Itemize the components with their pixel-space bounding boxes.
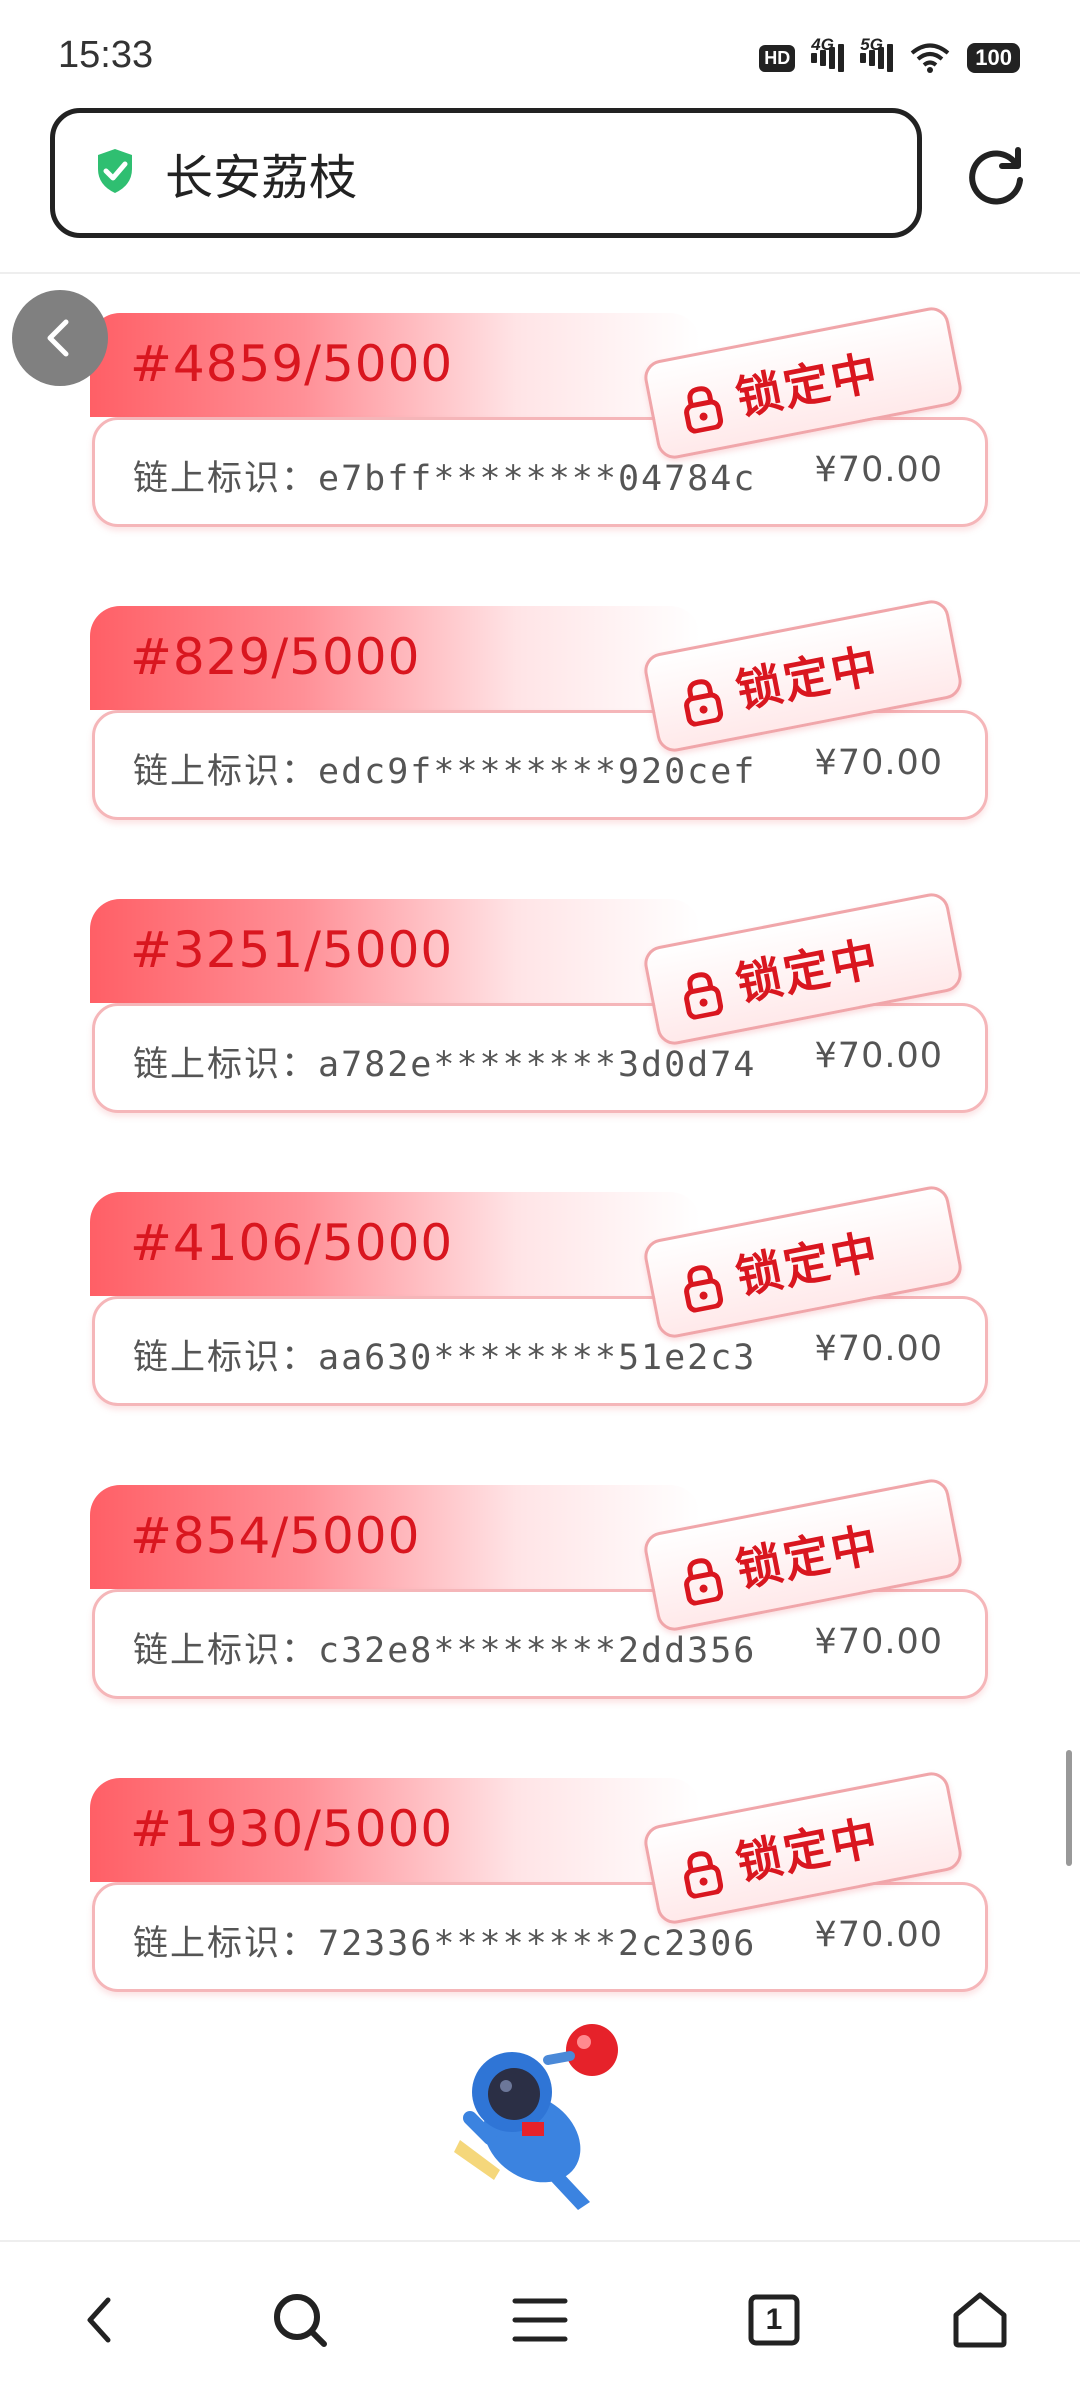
nav-home-button[interactable] <box>942 2282 1018 2358</box>
card-body: 链上标识：72336********2c2306 ¥70.00 <box>92 1882 988 1992</box>
signal-4g-icon: 4G <box>811 35 845 75</box>
chain-id-label: 链上标识： <box>133 459 319 499</box>
price: ¥70.00 <box>814 1915 943 1955</box>
astronaut-mascot[interactable] <box>440 2020 640 2220</box>
list-item[interactable]: #4106/5000 链上标识：aa630********51e2c3 ¥70.… <box>0 1183 1080 1485</box>
card-header: #1930/5000 <box>90 1778 700 1882</box>
nav-tabs-button[interactable]: 1 <box>736 2282 812 2358</box>
card-body: 链上标识：e7bff********04784c ¥70.00 <box>92 417 988 527</box>
price: ¥70.00 <box>814 1036 943 1076</box>
serial-number: #4859/5000 <box>130 335 454 393</box>
list-item[interactable]: #4859/5000 链上标识：e7bff********04784c ¥70.… <box>0 304 1080 606</box>
nav-search-button[interactable] <box>262 2282 338 2358</box>
serial-number: #4106/5000 <box>130 1214 454 1272</box>
chain-id: 链上标识：edc9f********920cef <box>133 743 756 794</box>
chain-id-value: e7bff********04784c <box>318 459 757 499</box>
address-bar[interactable]: 长安荔枝 <box>50 108 922 238</box>
lock-status: 锁定中 <box>731 637 884 719</box>
serial-number: #854/5000 <box>130 1507 421 1565</box>
chain-id-label: 链上标识： <box>133 1045 319 1085</box>
home-icon <box>953 2292 1007 2348</box>
search-icon <box>274 2294 327 2347</box>
bottom-nav: 1 <box>0 2242 1080 2400</box>
nav-menu-button[interactable] <box>502 2282 578 2358</box>
chain-id-value: edc9f********920cef <box>318 752 757 792</box>
chain-id-label: 链上标识： <box>133 1338 319 1378</box>
card-body: 链上标识：c32e8********2dd356 ¥70.00 <box>92 1589 988 1699</box>
list-item[interactable]: #3251/5000 链上标识：a782e********3d0d74 ¥70.… <box>0 890 1080 1192</box>
page-title: 长安荔枝 <box>165 150 358 206</box>
content-viewport[interactable]: #2293/5000 链上标识：af5b3********1bb7dc ¥70.… <box>0 274 1080 2240</box>
card-header: #4859/5000 <box>90 313 700 417</box>
chain-id: 链上标识：aa630********51e2c3 <box>133 1329 756 1380</box>
price: ¥70.00 <box>814 1329 943 1369</box>
chain-id-label: 链上标识： <box>133 1924 319 1964</box>
chain-id: 链上标识：a782e********3d0d74 <box>133 1036 756 1087</box>
serial-number: #3251/5000 <box>130 921 454 979</box>
price: ¥70.00 <box>814 450 943 490</box>
card-header: #3251/5000 <box>90 899 700 1003</box>
card-body: 链上标识：edc9f********920cef ¥70.00 <box>92 710 988 820</box>
lock-status: 锁定中 <box>731 1223 884 1305</box>
card-header: #854/5000 <box>90 1485 700 1589</box>
lock-icon <box>684 972 724 1020</box>
card-header: #829/5000 <box>90 606 700 710</box>
scrollbar[interactable] <box>1066 1750 1072 1866</box>
card-body: 链上标识：a782e********3d0d74 ¥70.00 <box>92 1003 988 1113</box>
list-item[interactable]: #829/5000 链上标识：edc9f********920cef ¥70.0… <box>0 597 1080 899</box>
lock-icon <box>684 679 724 727</box>
serial-number: #1930/5000 <box>130 1800 454 1858</box>
chain-id: 链上标识：e7bff********04784c <box>133 450 756 501</box>
signal-5g-icon: 5G <box>860 35 894 75</box>
lock-icon <box>684 386 724 434</box>
back-icon <box>87 2297 111 2343</box>
serial-number: #829/5000 <box>130 628 421 686</box>
chain-id-value: c32e8********2dd356 <box>318 1631 757 1671</box>
chevron-left-icon <box>47 319 69 357</box>
tab-count: 1 <box>765 2303 783 2336</box>
reload-icon <box>969 147 1023 205</box>
reload-button[interactable] <box>960 140 1032 212</box>
status-bar: 15:33 HD 4G 5G 100 <box>0 0 1080 100</box>
chain-id-label: 链上标识： <box>133 752 319 792</box>
wifi-icon <box>909 42 951 74</box>
price: ¥70.00 <box>814 1622 943 1662</box>
security-shield-icon <box>95 147 135 199</box>
price: ¥70.00 <box>814 743 943 783</box>
lock-status: 锁定中 <box>731 344 884 426</box>
chain-id-label: 链上标识： <box>133 1631 319 1671</box>
list-item[interactable]: #2293/5000 链上标识：af5b3********1bb7dc ¥70.… <box>0 274 1080 313</box>
lock-icon <box>684 1265 724 1313</box>
hd-icon: HD <box>759 44 796 72</box>
card-header: #4106/5000 <box>90 1192 700 1296</box>
lock-status: 锁定中 <box>731 1516 884 1598</box>
status-time: 15:33 <box>58 34 154 76</box>
chain-id-value: 72336********2c2306 <box>318 1924 757 1964</box>
card-body: 链上标识：aa630********51e2c3 ¥70.00 <box>92 1296 988 1406</box>
nav-back-button[interactable] <box>62 2282 138 2358</box>
list-item[interactable]: #854/5000 链上标识：c32e8********2dd356 ¥70.0… <box>0 1476 1080 1778</box>
chain-id: 链上标识：72336********2c2306 <box>133 1915 756 1966</box>
lock-status: 锁定中 <box>731 1809 884 1891</box>
chain-id-value: a782e********3d0d74 <box>318 1045 757 1085</box>
lock-icon <box>684 1851 724 1899</box>
lock-icon <box>684 1558 724 1606</box>
item-list: #2293/5000 链上标识：af5b3********1bb7dc ¥70.… <box>0 274 1080 2071</box>
floating-back-button[interactable] <box>12 290 108 386</box>
menu-icon <box>512 2298 568 2342</box>
chain-id-value: aa630********51e2c3 <box>318 1338 757 1378</box>
chain-id: 链上标识：c32e8********2dd356 <box>133 1622 756 1673</box>
status-icons: HD 4G 5G 100 <box>759 35 1020 76</box>
battery-icon: 100 <box>967 43 1020 73</box>
lock-status: 锁定中 <box>731 930 884 1012</box>
